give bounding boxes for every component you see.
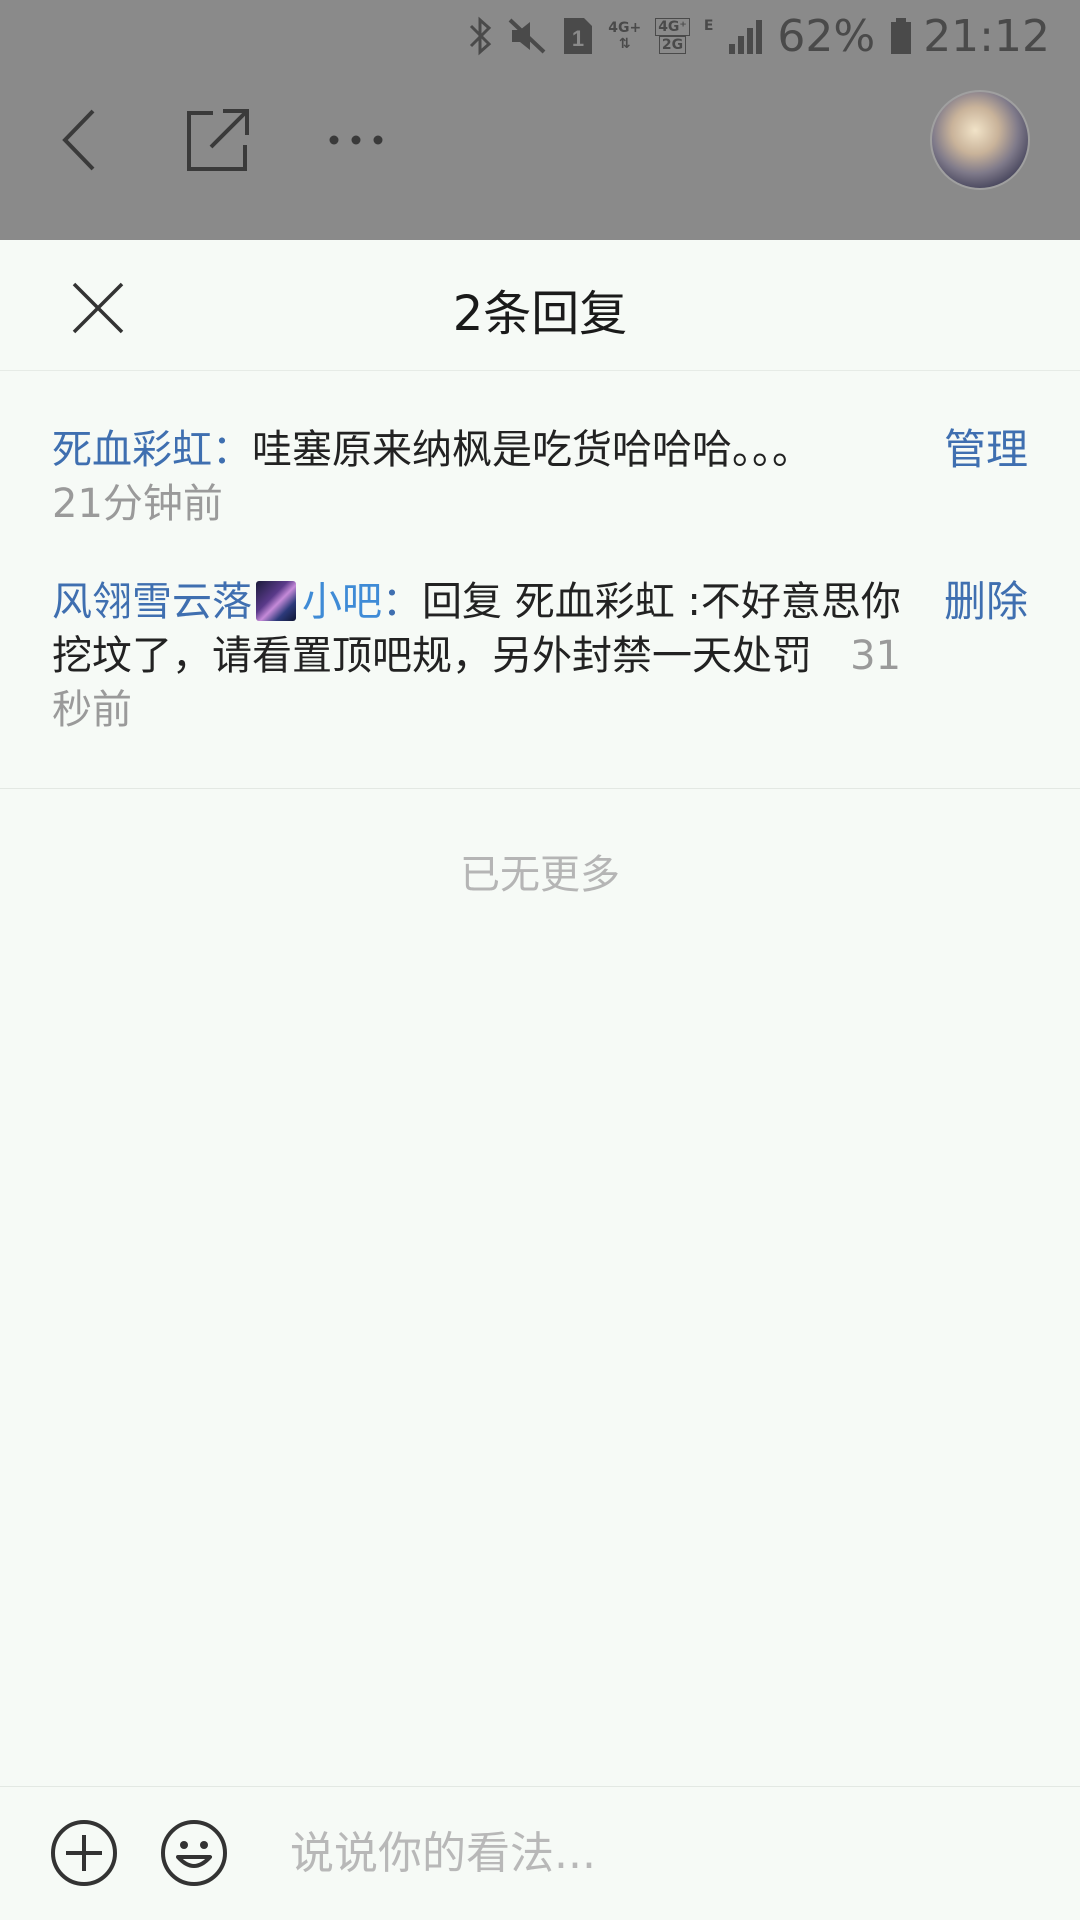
nav-bar [0, 80, 1080, 200]
clock: 21:12 [923, 10, 1050, 62]
moderator-badge: 小吧 [302, 579, 382, 625]
reply-list: 死血彩虹：哇塞原来纳枫是吃货哈哈哈。。。 21分钟前 管理 风翎雪云落 小吧：回复… [0, 371, 1080, 737]
sim-icon: 1 [562, 16, 594, 56]
galaxy-emoji-icon [256, 581, 296, 621]
reply-content: 风翎雪云落 小吧：回复 死血彩虹 :不好意思你挖坟了，请看置顶吧规，另外封禁一天处… [52, 575, 912, 737]
reply-item: 死血彩虹：哇塞原来纳枫是吃货哈哈哈。。。 21分钟前 管理 [0, 423, 1080, 531]
reply-author[interactable]: 死血彩虹 [52, 427, 212, 473]
divider [0, 788, 1080, 789]
reply-time: 21分钟前 [52, 481, 223, 527]
more-icon [329, 135, 383, 145]
add-attachment-button[interactable] [48, 1817, 120, 1889]
reply-content: 死血彩虹：哇塞原来纳枫是吃货哈哈哈。。。 21分钟前 [52, 423, 912, 531]
network-label: 4G+ [608, 20, 642, 36]
smiley-icon [161, 1820, 227, 1886]
back-button[interactable] [40, 100, 120, 180]
network-dual-bottom: 2G [658, 36, 687, 54]
reply-separator: ： [382, 579, 422, 625]
data-arrows-icon: ⇅ [618, 36, 631, 52]
reply-author[interactable]: 风翎雪云落 [52, 579, 252, 625]
signal-icon [727, 16, 767, 56]
reply-separator: ： [212, 427, 252, 473]
sheet-title: 2条回复 [452, 286, 628, 342]
manage-button[interactable]: 管理 [944, 423, 1028, 477]
status-bar: 1 4G+ ⇅ 4G⁺ 2G E 62% 21:12 [0, 0, 1080, 72]
network-4g-icon: 4G+ ⇅ [608, 20, 641, 52]
reply-item: 风翎雪云落 小吧：回复 死血彩虹 :不好意思你挖坟了，请看置顶吧规，另外封禁一天处… [0, 575, 1080, 737]
network-dual-top: 4G⁺ [655, 18, 690, 36]
plus-circle-icon [51, 1820, 117, 1886]
screen: 1 4G+ ⇅ 4G⁺ 2G E 62% 21:12 2条回复 死血彩虹：哇塞原… [0, 0, 1080, 1920]
emoji-button[interactable] [158, 1817, 230, 1889]
mute-icon [508, 16, 548, 56]
dimmed-background[interactable]: 1 4G+ ⇅ 4G⁺ 2G E 62% 21:12 [0, 0, 1080, 240]
delete-button[interactable]: 删除 [944, 575, 1028, 629]
battery-percent: 62% [777, 10, 876, 62]
network-dual-icon: 4G⁺ 2G [655, 18, 690, 54]
sim-badge: 1 [572, 26, 584, 51]
bluetooth-icon [468, 16, 494, 56]
avatar[interactable] [930, 90, 1030, 190]
sheet-header: 2条回复 [0, 240, 1080, 371]
back-icon [62, 109, 95, 171]
battery-icon [889, 16, 913, 56]
share-button[interactable] [178, 100, 258, 180]
more-button[interactable] [316, 100, 396, 180]
no-more-label: 已无更多 [460, 852, 620, 898]
composer-bar [0, 1786, 1080, 1920]
comment-input[interactable] [290, 1817, 1030, 1889]
share-icon [187, 109, 249, 171]
reply-text: 哇塞原来纳枫是吃货哈哈哈。。。 [252, 427, 812, 473]
